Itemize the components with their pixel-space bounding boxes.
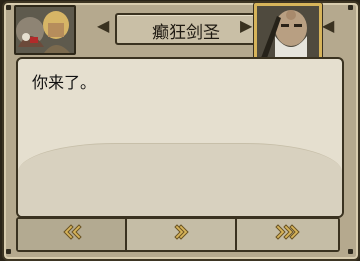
double-chevron-left-icon (61, 223, 83, 246)
textbox-lower-shade (18, 143, 342, 216)
next-button[interactable] (127, 219, 235, 250)
next-speaker-arrow[interactable]: ▶ (240, 16, 252, 36)
skip-button[interactable] (237, 219, 338, 250)
dialog-controls (16, 217, 340, 252)
dialog-text: 你来了。 (32, 73, 97, 92)
back-button[interactable] (18, 219, 125, 250)
party-portrait-art (16, 7, 74, 53)
double-chevron-right-icon (274, 223, 301, 246)
speaker-portrait-art (257, 6, 319, 58)
speaker-name-bar: 癫狂剑圣 (115, 13, 257, 45)
chevron-right-icon (172, 223, 190, 246)
corner-rivet (348, 5, 353, 10)
corner-rivet (6, 249, 11, 254)
portrait-side-arrow[interactable]: ◀ (322, 16, 334, 36)
prev-speaker-arrow[interactable]: ◀ (97, 16, 109, 36)
corner-rivet (6, 5, 11, 10)
dialog-textbox: 你来了。 (16, 57, 344, 218)
corner-rivet (348, 249, 353, 254)
party-portrait[interactable] (14, 5, 76, 55)
speaker-name: 癫狂剑圣 (152, 23, 220, 43)
speaker-portrait[interactable] (254, 3, 322, 61)
